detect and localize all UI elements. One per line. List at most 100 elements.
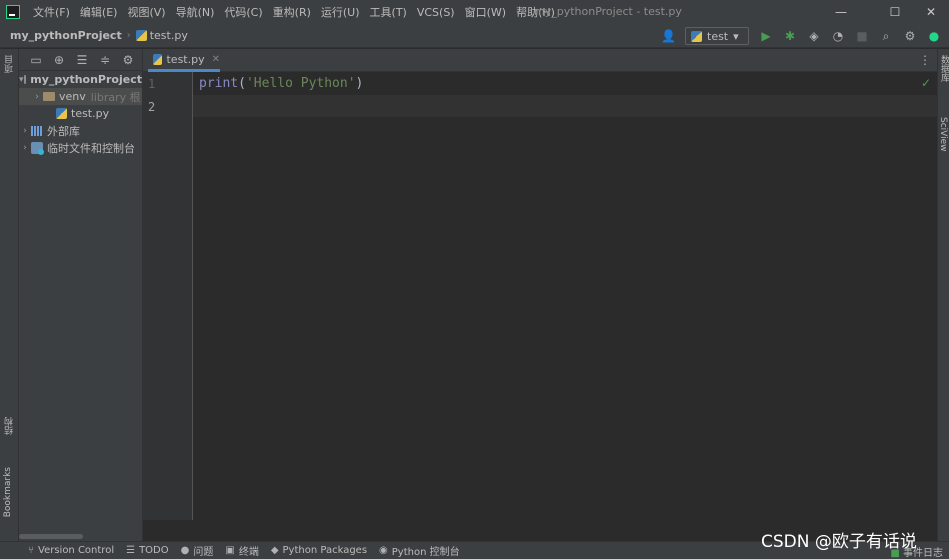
python-packages-label: Python Packages (282, 545, 368, 556)
menu-view[interactable]: 视图(V) (122, 4, 170, 20)
terminal-label: 终端 (238, 547, 259, 558)
project-view-selector-icon[interactable]: ▭ (29, 53, 43, 67)
branch-icon: ⑂ (28, 545, 34, 556)
code-function: print (199, 76, 239, 91)
problems-label: 问题 (193, 547, 214, 558)
code-string: 'Hello Python' (245, 76, 356, 91)
packages-icon: ◆ (270, 545, 279, 556)
locate-file-icon[interactable]: ⊕ (52, 53, 66, 67)
menu-vcs[interactable]: VCS(S) (412, 6, 460, 19)
breadcrumb-file[interactable]: test.py (135, 29, 188, 42)
scratches-icon (31, 141, 44, 155)
library-icon (31, 125, 43, 136)
code-line-1[interactable]: print('Hello Python') (199, 76, 363, 91)
breadcrumb-separator-icon: › (126, 30, 131, 41)
terminal-tab[interactable]: ▣ 终端 (225, 543, 258, 558)
profile-icon[interactable]: ◔ (831, 29, 845, 43)
tree-item-scratches[interactable]: › 临时文件和控制台 (19, 139, 142, 156)
debug-icon[interactable]: ✱ (783, 29, 797, 43)
breadcrumb-project[interactable]: my_pythonProject (10, 29, 122, 42)
menu-refactor[interactable]: 重构(R) (268, 4, 316, 20)
project-panel-toolbar: ▭ ⊕ ☰ ≑ ⚙ (19, 49, 142, 71)
bookmarks-tool-tab[interactable]: Bookmarks (3, 467, 13, 517)
tree-item-label: venv (59, 90, 86, 103)
editor-tab-bar: test.py ✕ ⋮ (143, 49, 937, 72)
pycharm-logo-icon (6, 5, 20, 19)
coverage-icon[interactable]: ◈ (807, 29, 821, 43)
line-number: 2 (148, 100, 156, 114)
python-console-label: Python 控制台 (391, 547, 460, 558)
toolbar-right: 👤 test ▾ ▶ ✱ ◈ ◔ ■ ⌕ ⚙ ● (661, 24, 949, 48)
stop-icon[interactable]: ■ (855, 29, 869, 43)
tree-item-label: 外部库 (47, 124, 80, 138)
run-icon[interactable]: ▶ (759, 29, 773, 43)
maximize-button[interactable]: ☐ (872, 0, 918, 24)
horizontal-scrollbar[interactable] (19, 534, 83, 539)
python-config-icon (691, 30, 702, 42)
more-options-icon[interactable]: ⋮ (919, 53, 931, 67)
tree-item-project-root[interactable]: ▾ my_pythonProject (19, 71, 142, 88)
tree-item-label: 临时文件和控制台 (47, 141, 135, 155)
collapse-all-icon[interactable]: ≑ (98, 53, 112, 67)
search-icon[interactable]: ⌕ (879, 29, 893, 44)
close-window-button[interactable]: ✕ (913, 0, 949, 24)
right-tool-stripe: 数据库 SciView (937, 49, 949, 541)
run-config-selector[interactable]: test ▾ (685, 27, 749, 45)
problems-tab[interactable]: ● 问题 (181, 543, 214, 558)
code-paren-close: ) (355, 76, 364, 91)
tab-label: test.py (166, 52, 205, 66)
ide-update-icon[interactable]: ● (927, 29, 941, 43)
window-title: my_pythonProject - test.py (534, 5, 682, 18)
menu-bar: 文件(F) 编辑(E) 视图(V) 导航(N) 代码(C) 重构(R) 运行(U… (0, 0, 949, 24)
folder-icon (23, 75, 27, 84)
close-icon[interactable]: ✕ (212, 54, 220, 65)
minimize-button[interactable]: — (818, 0, 864, 24)
python-console-tab[interactable]: ◉ Python 控制台 (379, 543, 460, 558)
database-tool-tab[interactable]: 数据库 (938, 55, 949, 82)
user-icon[interactable]: 👤 (661, 29, 676, 43)
menu-code[interactable]: 代码(C) (219, 4, 267, 20)
watermark-text: CSDN @欧子有话说 (761, 532, 917, 552)
expand-all-icon[interactable]: ☰ (75, 53, 89, 67)
tree-item-external-libraries[interactable]: › 外部库 (19, 122, 142, 139)
code-paren-open: ( (238, 76, 246, 91)
tab-test-py[interactable]: test.py ✕ (148, 49, 220, 72)
gear-icon[interactable]: ⚙ (903, 29, 917, 43)
menu-edit[interactable]: 编辑(E) (75, 4, 123, 20)
panel-settings-icon[interactable]: ⚙ (121, 53, 135, 67)
menu-run[interactable]: 运行(U) (316, 4, 365, 20)
python-file-icon (135, 30, 147, 41)
menu-tools[interactable]: 工具(T) (365, 4, 412, 20)
line-number: 1 (148, 77, 156, 91)
chevron-down-icon: ▾ (19, 74, 24, 85)
run-config-label: test (707, 29, 729, 43)
navigation-bar: my_pythonProject › test.py 👤 test ▾ ▶ ✱ … (0, 24, 949, 48)
project-tool-tab[interactable]: 项目 (3, 55, 16, 73)
todo-tab[interactable]: ☰ TODO (126, 545, 169, 556)
sciview-tool-tab[interactable]: SciView (938, 117, 948, 152)
structure-tool-tab[interactable]: 结构 (3, 417, 16, 435)
chevron-right-icon: › (23, 125, 27, 136)
tree-item-venv[interactable]: › venv library 根 (19, 88, 142, 105)
menu-window[interactable]: 窗口(W) (460, 4, 511, 20)
inspection-ok-icon[interactable]: ✓ (921, 76, 931, 90)
version-control-tab[interactable]: ⑂ Version Control (28, 545, 114, 556)
chevron-right-icon: › (23, 142, 27, 153)
chevron-down-icon: ▾ (733, 29, 739, 43)
current-line-highlight (143, 95, 937, 117)
python-file-icon (56, 108, 67, 119)
tree-item-file[interactable]: test.py (19, 105, 142, 122)
project-panel: ▭ ⊕ ☰ ≑ ⚙ ▾ my_pythonProject › venv libr… (19, 49, 143, 541)
python-console-icon: ◉ (379, 545, 388, 556)
todo-label: TODO (139, 545, 169, 556)
menu-file[interactable]: 文件(F) (28, 4, 75, 20)
line-number-gutter: 1 2 (143, 72, 193, 520)
terminal-icon: ▣ (225, 545, 235, 556)
left-tool-stripe: 项目 结构 Bookmarks (0, 49, 19, 541)
editor-area: test.py ✕ ⋮ 1 2 print('Hello Python') ✓ (143, 49, 937, 520)
python-packages-tab[interactable]: ◆ Python Packages (271, 545, 367, 556)
breadcrumb-file-label: test.py (149, 29, 188, 42)
menu-navigate[interactable]: 导航(N) (171, 4, 220, 20)
folder-icon (43, 92, 55, 101)
tree-item-label: test.py (71, 107, 110, 120)
